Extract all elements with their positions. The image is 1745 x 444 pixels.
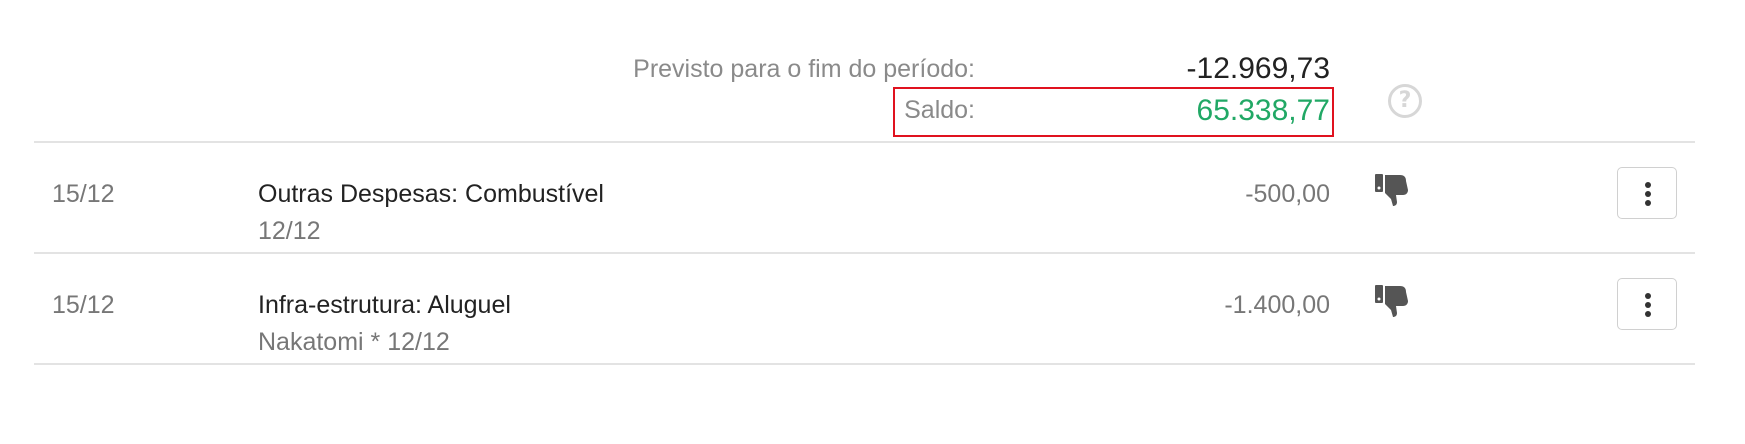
vertical-ellipsis-icon <box>1645 182 1651 188</box>
transaction-subtitle: 12/12 <box>258 217 321 245</box>
transaction-title: Infra-estrutura: Aluguel <box>258 291 511 319</box>
transaction-amount: -1.400,00 <box>1224 291 1330 319</box>
transaction-row: 15/12 Infra-estrutura: Aluguel Nakatomi … <box>0 253 1745 376</box>
forecast-label: Previsto para o fim do período: <box>633 55 975 83</box>
vertical-ellipsis-icon <box>1645 200 1651 206</box>
saldo-highlight-box <box>893 87 1334 137</box>
vertical-ellipsis-icon <box>1645 302 1651 308</box>
divider <box>34 363 1695 365</box>
row-menu-button[interactable] <box>1617 278 1677 330</box>
thumbs-down-icon[interactable] <box>1374 283 1410 319</box>
question-circle-icon[interactable]: ? <box>1388 84 1422 118</box>
transaction-row: 15/12 Outras Despesas: Combustível 12/12… <box>0 142 1745 265</box>
transaction-title: Outras Despesas: Combustível <box>258 180 604 208</box>
transaction-date: 15/12 <box>52 180 115 208</box>
transaction-subtitle: Nakatomi * 12/12 <box>258 328 450 356</box>
vertical-ellipsis-icon <box>1645 311 1651 317</box>
vertical-ellipsis-icon <box>1645 191 1651 197</box>
transaction-amount: -500,00 <box>1245 180 1330 208</box>
forecast-value: -12.969,73 <box>1186 52 1330 85</box>
row-menu-button[interactable] <box>1617 167 1677 219</box>
transaction-date: 15/12 <box>52 291 115 319</box>
thumbs-down-icon[interactable] <box>1374 172 1410 208</box>
vertical-ellipsis-icon <box>1645 293 1651 299</box>
